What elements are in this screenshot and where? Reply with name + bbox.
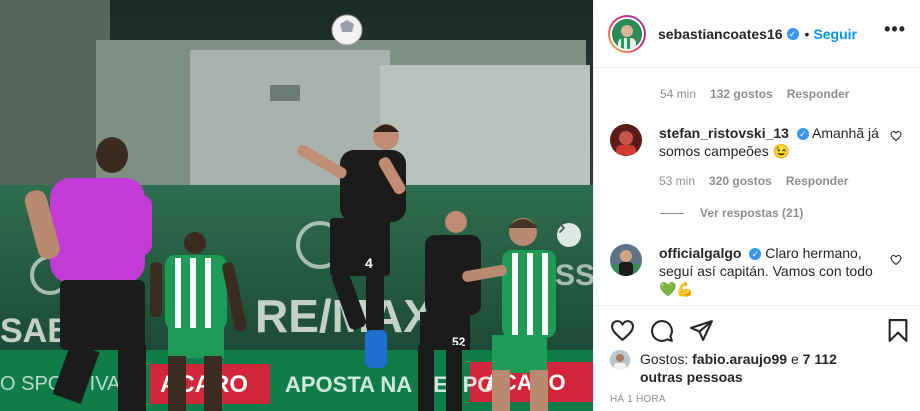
post-photo[interactable]: RE/MAX SABS ESS APOSTA NA DESPO ACARO AC…	[0, 0, 593, 411]
post-actions-bar	[594, 305, 920, 355]
comment-item: officialgalgo ✓ Claro hermano, seguí así…	[610, 244, 910, 298]
chevron-right-icon	[559, 223, 566, 233]
commenter-avatar-image	[610, 124, 642, 156]
likes-prefix: Gostos:	[640, 351, 689, 367]
verified-icon: ✓	[786, 27, 799, 40]
comment-emoji: 💚💪	[659, 281, 694, 297]
comment-meta: 53 min 320 gostos Responder	[659, 172, 889, 190]
commenter-avatar-image	[610, 244, 642, 276]
commenter-avatar[interactable]	[610, 244, 642, 276]
liker-username[interactable]: fabio.araujo99	[692, 351, 787, 367]
replies-divider	[660, 212, 684, 214]
comment-likes[interactable]: 320 gostos	[709, 172, 772, 190]
reply-button[interactable]: Responder	[786, 172, 849, 190]
commenter-username[interactable]: stefan_ristovski_13	[659, 125, 789, 141]
commenter-username[interactable]: officialgalgo	[659, 245, 741, 261]
svg-text:APOSTA NA DESPO: APOSTA NA DESPO	[285, 372, 494, 397]
view-replies-label: Ver respostas (21)	[700, 206, 804, 220]
comment-icon[interactable]	[649, 318, 674, 343]
heart-icon[interactable]	[890, 130, 902, 142]
commenter-avatar[interactable]	[610, 124, 642, 156]
comment-time[interactable]: 54 min	[660, 87, 696, 101]
liker-avatar[interactable]	[610, 350, 630, 370]
post-header: sebastiancoates16 ✓ • Seguir •••	[594, 0, 920, 68]
bookmark-icon[interactable]	[887, 318, 909, 343]
heart-icon[interactable]	[610, 318, 635, 343]
comment-likes[interactable]: 132 gostos	[710, 87, 773, 101]
likes-text: Gostos: fabio.araujo99 e 7 112 outras pe…	[640, 350, 840, 386]
comment-time[interactable]: 53 min	[659, 172, 695, 190]
heart-icon[interactable]	[890, 254, 902, 266]
author-avatar[interactable]	[608, 14, 646, 53]
reply-button[interactable]: Responder	[787, 87, 850, 101]
match-photo-illustration: RE/MAX SABS ESS APOSTA NA DESPO ACARO AC…	[0, 0, 593, 411]
comment-body: officialgalgo ✓ Claro hermano, seguí así…	[659, 244, 889, 298]
comment-meta: 54 min 132 gostos Responder	[660, 87, 849, 101]
post-side-panel: sebastiancoates16 ✓ • Seguir ••• 54 min …	[593, 0, 920, 411]
comment-emoji: 😉	[772, 143, 791, 159]
post-timestamp[interactable]: HÁ 1 HORA	[610, 394, 666, 405]
comment-body: stefan_ristovski_13 ✓ Amanhã já somos ca…	[659, 124, 889, 190]
svg-text:4: 4	[365, 255, 373, 271]
likes-summary: Gostos: fabio.araujo99 e 7 112 outras pe…	[610, 350, 840, 386]
liker-avatar-image	[610, 350, 630, 370]
header-separator: •	[804, 25, 810, 42]
share-icon[interactable]	[689, 318, 714, 343]
author-avatar-image	[612, 18, 642, 49]
view-replies-button[interactable]: Ver respostas (21)	[660, 206, 803, 220]
comment-item: stefan_ristovski_13 ✓ Amanhã já somos ca…	[610, 124, 910, 190]
likes-joiner: e	[790, 351, 799, 367]
author-username[interactable]: sebastiancoates16	[658, 26, 783, 42]
follow-button[interactable]: Seguir	[813, 26, 857, 42]
verified-icon: ✓	[749, 248, 762, 261]
carousel-next-button[interactable]	[557, 223, 581, 247]
verified-icon: ✓	[796, 128, 809, 141]
more-icon[interactable]: •••	[884, 20, 906, 38]
